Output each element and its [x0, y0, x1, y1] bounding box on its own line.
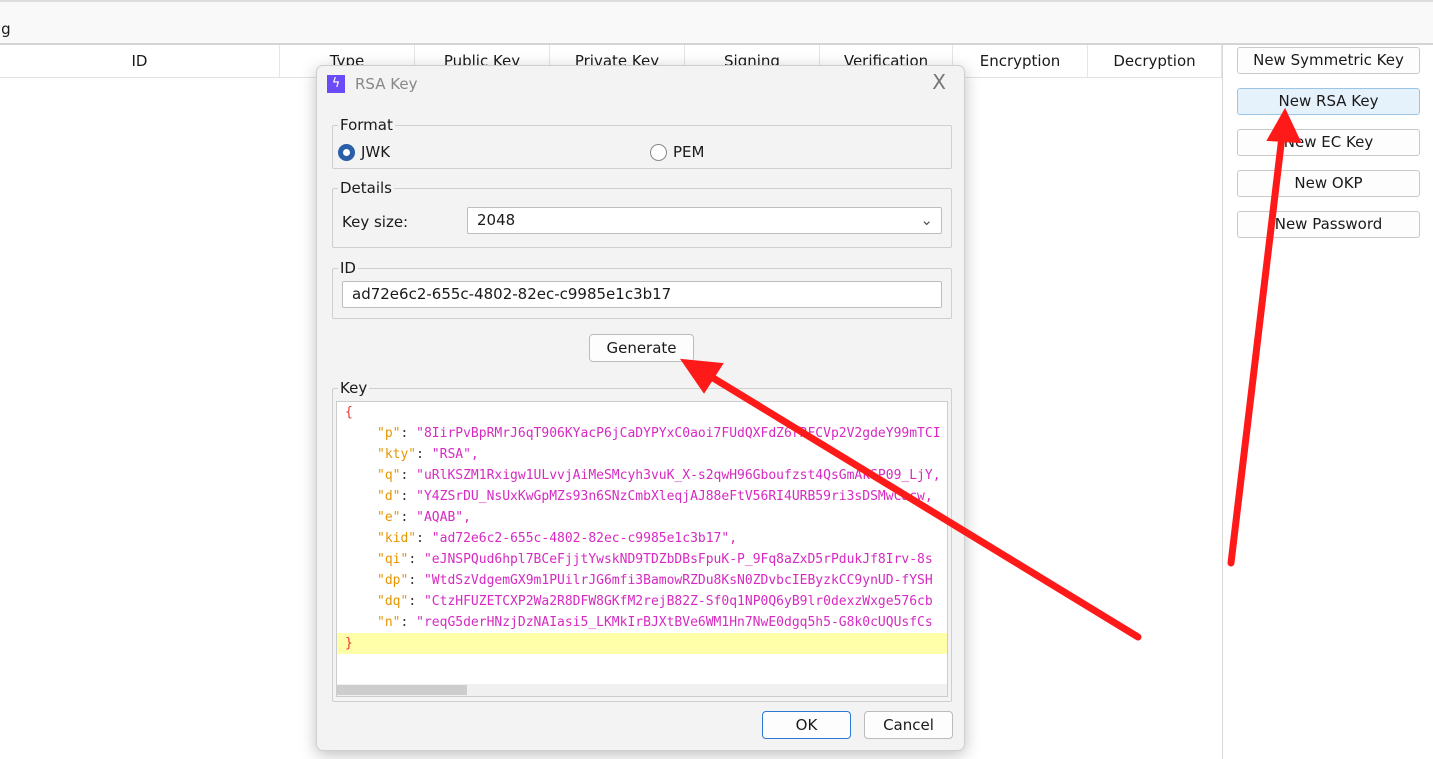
new-rsa-key-button[interactable]: New RSA Key — [1237, 88, 1420, 115]
top-bar-text: ig — [0, 20, 11, 38]
new-password-button[interactable]: New Password — [1237, 211, 1420, 238]
json-key: "kid" — [377, 531, 417, 546]
key-size-select[interactable]: 2048 ⌄ — [467, 207, 942, 234]
json-entry: "q": "uRlKSZM1Rxigw1ULvvjAiMeSMcyh3vuK_X… — [337, 465, 947, 486]
details-label: Details — [340, 179, 393, 197]
json-key: "dq" — [377, 594, 409, 609]
json-entry: "dq": "CtzHFUZETCXP2Wa2R8DFW8GKfM2rejB82… — [337, 591, 947, 612]
key-label: Key — [340, 379, 368, 397]
json-colon: : — [400, 615, 417, 630]
format-label: Format — [340, 116, 393, 134]
column-decryption[interactable]: Decryption — [1088, 45, 1222, 78]
json-entry: "n": "reqG5derHNzjDzNAIasi5_LKMkIrBJXtBV… — [337, 612, 947, 633]
json-entry: "e": "AQAB", — [337, 507, 947, 528]
radio-unchecked-icon — [650, 143, 667, 161]
json-colon: : — [400, 510, 417, 525]
json-open-brace: { — [345, 405, 353, 420]
json-value: "reqG5derHNzjDzNAIasi5_LKMkIrBJXtBVe6WM1… — [416, 615, 933, 630]
json-value: "8IirPvBpRMrJ6qT906KYacP6jCaDYPYxC0aoi7F… — [416, 426, 941, 441]
json-colon: : — [400, 468, 417, 483]
new-okp-button[interactable]: New OKP — [1237, 170, 1420, 197]
jwk-radio[interactable]: JWK — [338, 143, 390, 161]
json-value: "eJNSPQud6hpl7BCeFjjtYwskND9TDZbDBsFpuK-… — [423, 552, 933, 567]
cancel-button[interactable]: Cancel — [864, 711, 953, 739]
json-close-brace: } — [337, 633, 947, 654]
json-colon: : — [408, 594, 424, 609]
json-key: "p" — [377, 426, 401, 441]
json-value: "AQAB", — [416, 510, 471, 525]
json-colon: : — [408, 573, 424, 588]
json-key: "n" — [377, 615, 401, 630]
side-panel: New Symmetric Key New RSA Key New EC Key… — [1222, 45, 1433, 759]
json-key: "kty" — [377, 447, 417, 462]
json-key: "dp" — [377, 573, 409, 588]
jwk-label: JWK — [361, 143, 391, 161]
json-value: "uRlKSZM1Rxigw1ULvvjAiMeSMcyh3vuK_X-s2qw… — [416, 468, 941, 483]
json-entry: "dp": "WtdSzVdgemGX9m1PUilrJG6mfi3BamowR… — [337, 570, 947, 591]
json-colon: : — [416, 447, 432, 462]
pem-radio[interactable]: PEM — [650, 143, 704, 161]
json-colon: : — [400, 426, 417, 441]
json-colon: : — [408, 552, 424, 567]
json-value: "CtzHFUZETCXP2Wa2R8DFW8GKfM2rejB82Z-Sf0q… — [423, 594, 933, 609]
dialog-title-bar: ϟ RSA Key — [327, 74, 417, 94]
dialog-title: RSA Key — [355, 75, 418, 93]
new-ec-key-button[interactable]: New EC Key — [1237, 129, 1420, 156]
horizontal-scrollbar[interactable] — [337, 684, 947, 696]
key-size-label: Key size: — [342, 213, 409, 231]
radio-checked-icon — [338, 143, 355, 161]
json-entry: "kid": "ad72e6c2-655c-4802-82ec-c9985e1c… — [337, 528, 947, 549]
generate-button[interactable]: Generate — [589, 334, 694, 362]
close-icon[interactable]: X — [932, 70, 946, 94]
json-key: "e" — [377, 510, 401, 525]
json-colon: : — [400, 489, 417, 504]
key-editor[interactable]: { "p": "8IirPvBpRMrJ6qT906KYacP6jCaDYPYx… — [336, 401, 948, 697]
rsa-key-dialog: ϟ RSA Key X Format JWK PEM Details Key s… — [316, 65, 965, 751]
scrollbar-thumb[interactable] — [337, 685, 467, 695]
format-group: Format — [332, 116, 952, 169]
json-value: "WtdSzVdgemGX9m1PUilrJG6mfi3BamowRZDu8Ks… — [423, 573, 933, 588]
json-key: "q" — [377, 468, 401, 483]
json-value: "Y4ZSrDU_NsUxKwGpMZs93n6SNzCmbXleqjAJ88e… — [416, 489, 933, 504]
json-entry: "qi": "eJNSPQud6hpl7BCeFjjtYwskND9TDZbDB… — [337, 549, 947, 570]
id-label: ID — [340, 259, 356, 277]
column-encryption[interactable]: Encryption — [953, 45, 1088, 78]
column-id[interactable]: ID — [0, 45, 280, 78]
id-input[interactable]: ad72e6c2-655c-4802-82ec-c9985e1c3b17 — [342, 281, 942, 308]
json-value: "RSA", — [431, 447, 479, 462]
json-key: "qi" — [377, 552, 409, 567]
lightning-icon: ϟ — [327, 75, 345, 93]
top-bar: ig — [0, 0, 1433, 45]
new-symmetric-key-button[interactable]: New Symmetric Key — [1237, 47, 1420, 74]
chevron-down-icon: ⌄ — [920, 211, 933, 229]
json-entry: "p": "8IirPvBpRMrJ6qT906KYacP6jCaDYPYxC0… — [337, 423, 947, 444]
json-key: "d" — [377, 489, 401, 504]
ok-button[interactable]: OK — [762, 711, 851, 739]
json-entry: "kty": "RSA", — [337, 444, 947, 465]
key-size-value: 2048 — [477, 211, 516, 229]
json-colon: : — [416, 531, 432, 546]
json-value: "ad72e6c2-655c-4802-82ec-c9985e1c3b17", — [431, 531, 738, 546]
json-entry: "d": "Y4ZSrDU_NsUxKwGpMZs93n6SNzCmbXleqj… — [337, 486, 947, 507]
pem-label: PEM — [673, 143, 705, 161]
